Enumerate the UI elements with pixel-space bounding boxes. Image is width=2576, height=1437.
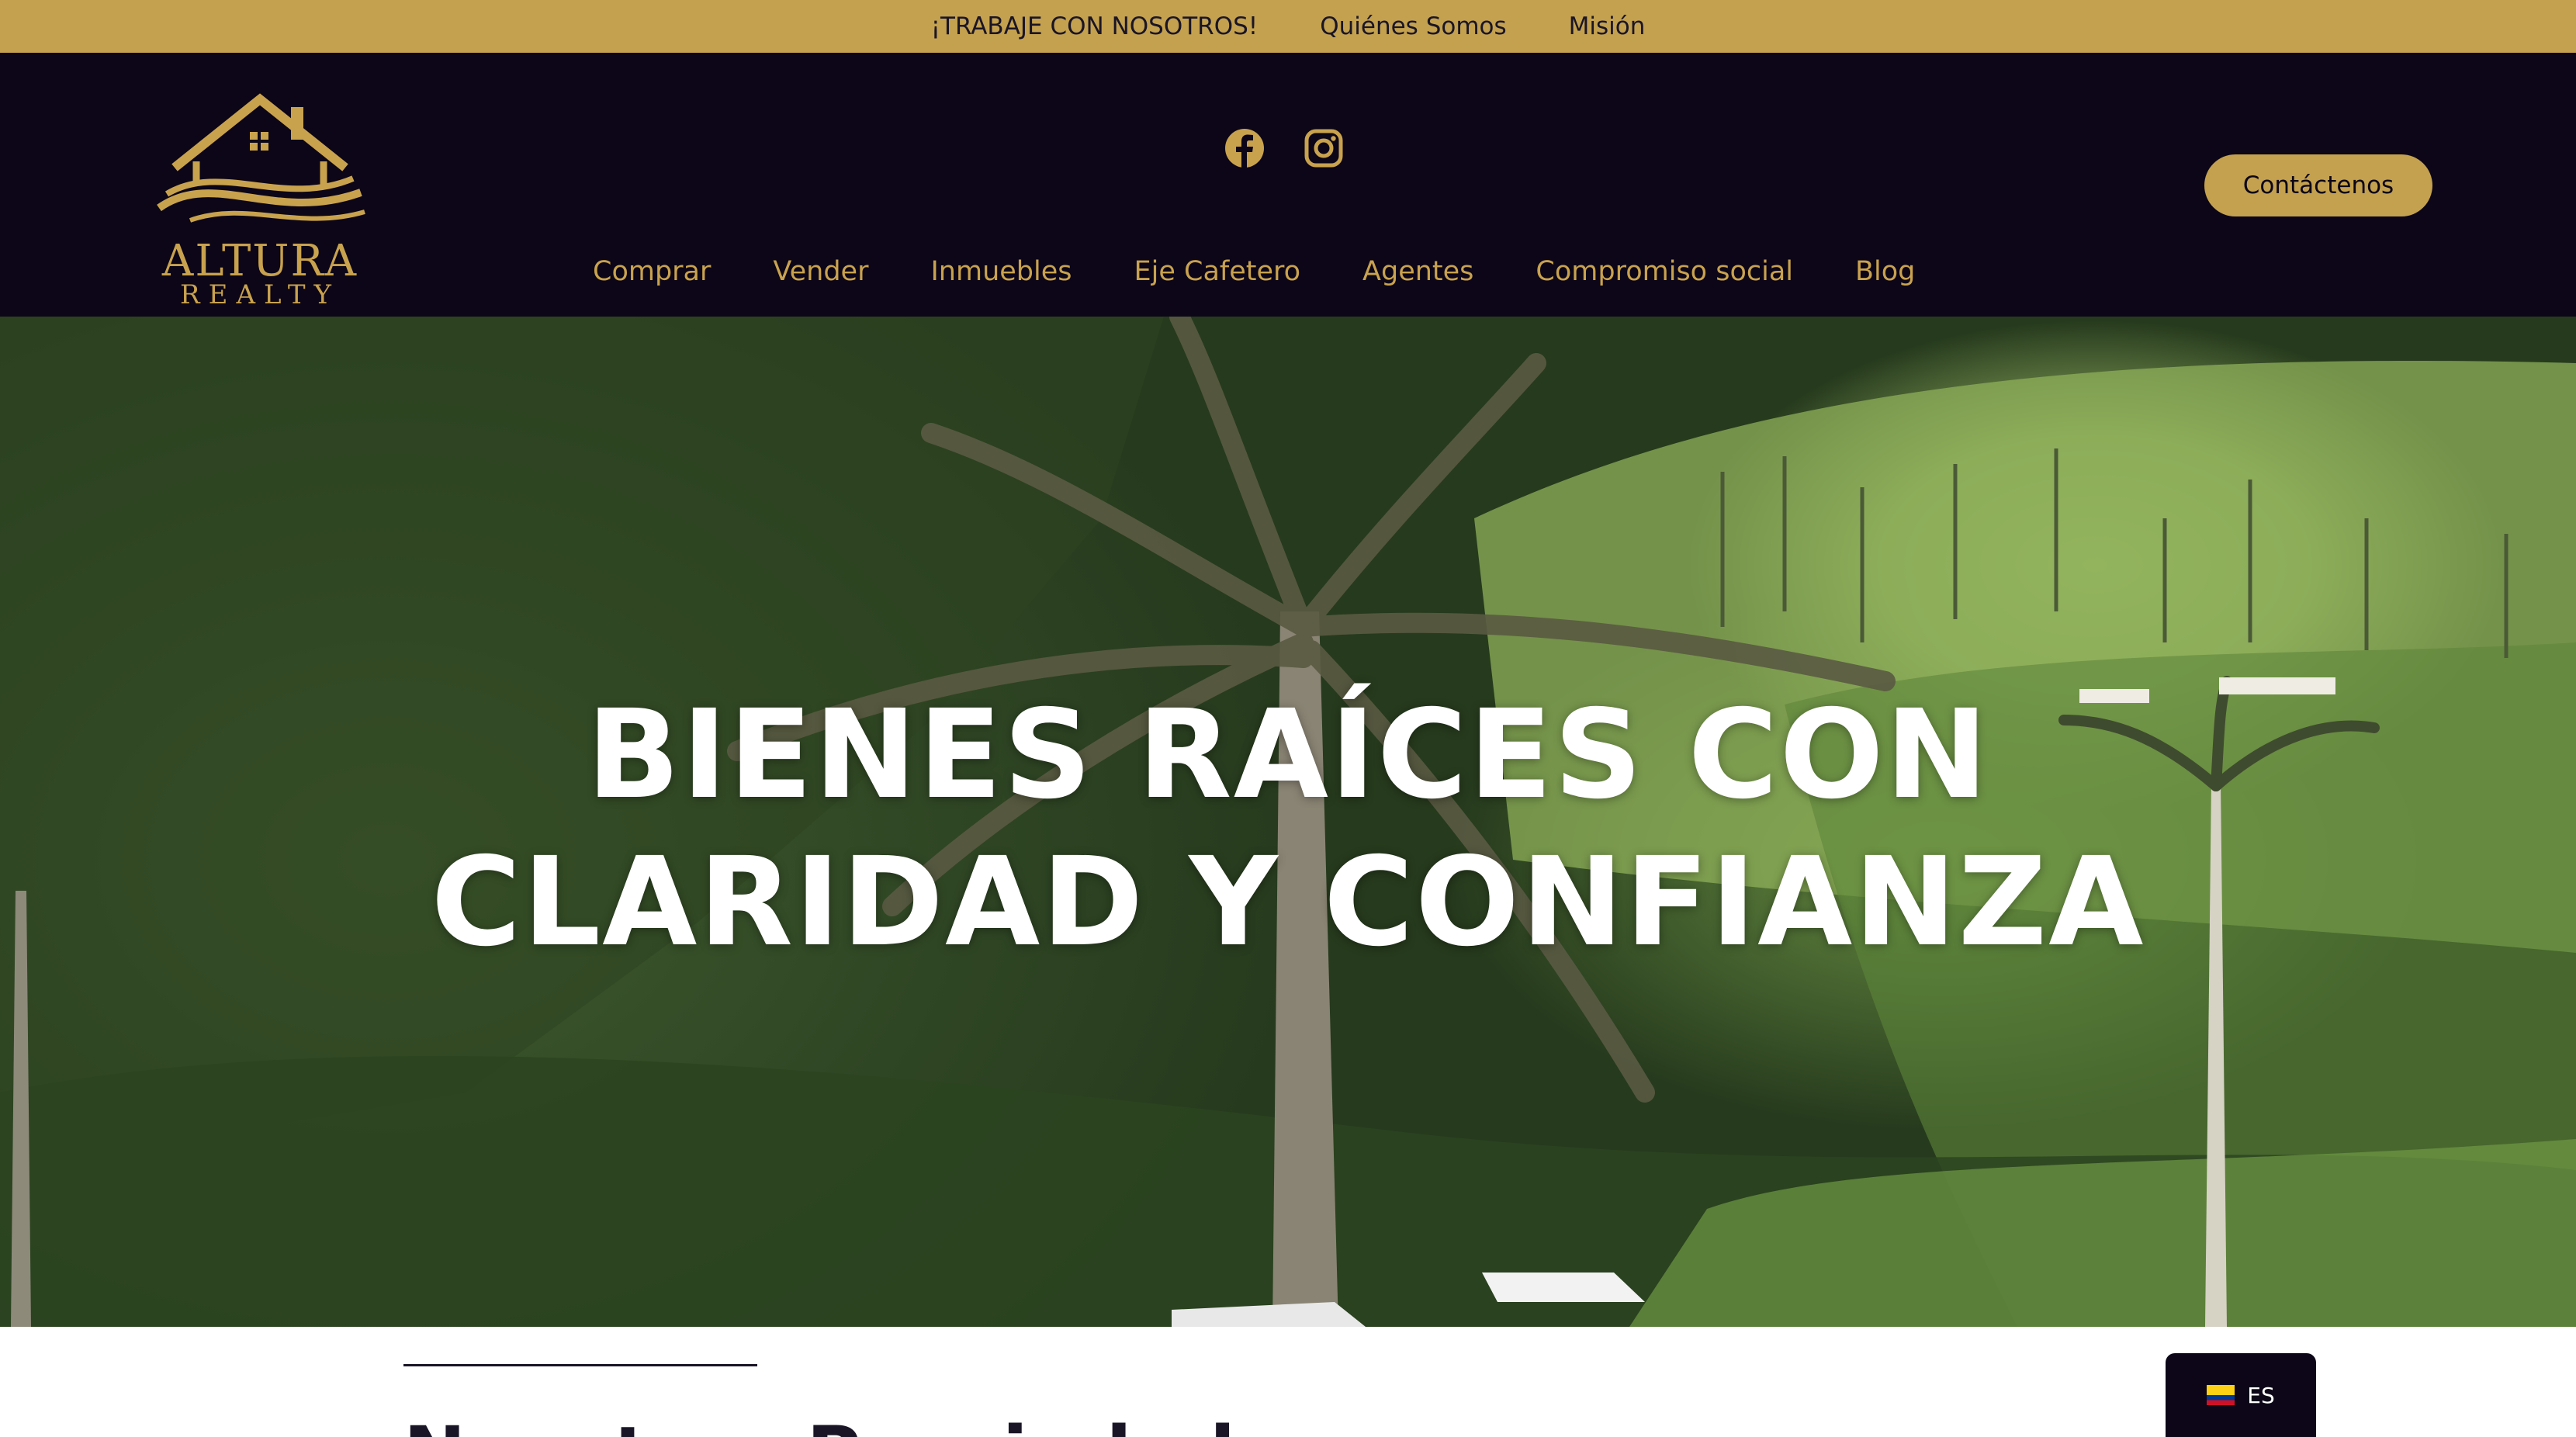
site-header: ALTURA REALTY Comprar Vender Inmuebles E… (0, 53, 2576, 317)
nav-item-social-commitment[interactable]: Compromiso social (1536, 256, 1793, 287)
nav-item-blog[interactable]: Blog (1855, 256, 1915, 287)
section-heading: Nuestras Propiedades (403, 1411, 1330, 1437)
hero-title-line-1: BIENES RAÍCES CON (586, 684, 1990, 826)
hero-section: BIENES RAÍCES CON CLARIDAD Y CONFIANZA (0, 317, 2576, 1327)
hero-title: BIENES RAÍCES CON CLARIDAD Y CONFIANZA (0, 681, 2576, 976)
facebook-icon[interactable] (1222, 126, 1267, 171)
contact-button[interactable]: Contáctenos (2204, 154, 2432, 216)
topbar-link-work-with-us[interactable]: ¡TRABAJE CON NOSOTROS! (931, 12, 1259, 40)
social-links (1222, 126, 1346, 171)
nav-item-agents[interactable]: Agentes (1362, 256, 1473, 287)
nav-item-coffee-region[interactable]: Eje Cafetero (1134, 256, 1301, 287)
language-code: ES (2247, 1382, 2275, 1408)
colombia-flag-icon (2207, 1385, 2235, 1405)
nav-item-properties[interactable]: Inmuebles (930, 256, 1072, 287)
language-switcher[interactable]: ES (2166, 1353, 2316, 1437)
logo-subtitle: REALTY (180, 279, 340, 310)
nav-item-sell[interactable]: Vender (773, 256, 868, 287)
topbar-link-mission[interactable]: Misión (1569, 12, 1646, 40)
section-divider (403, 1364, 757, 1366)
logo[interactable]: ALTURA REALTY (144, 76, 376, 310)
main-nav: Comprar Vender Inmuebles Eje Cafetero Ag… (562, 256, 1946, 287)
topbar-link-about[interactable]: Quiénes Somos (1320, 12, 1506, 40)
instagram-icon[interactable] (1301, 126, 1346, 171)
hero-title-line-2: CLARIDAD Y CONFIANZA (431, 831, 2145, 974)
house-logo-icon (157, 93, 365, 223)
top-bar: ¡TRABAJE CON NOSOTROS! Quiénes Somos Mis… (0, 0, 2576, 53)
nav-item-buy[interactable]: Comprar (593, 256, 711, 287)
